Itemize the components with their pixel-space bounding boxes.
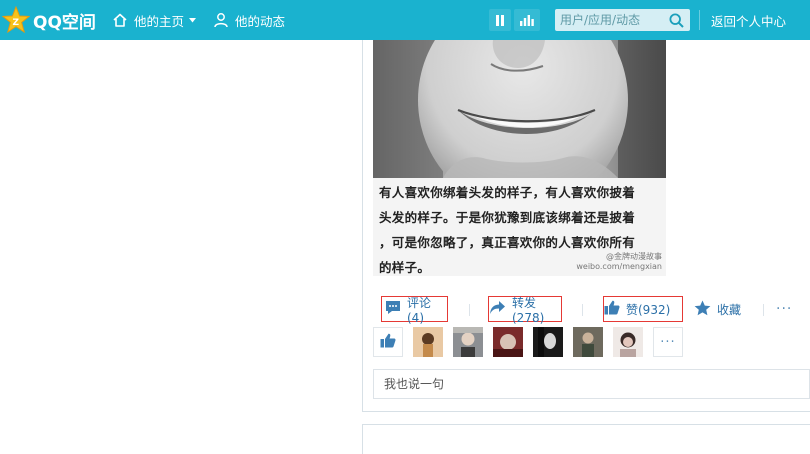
person-icon <box>213 12 229 28</box>
more-options-button[interactable]: ··· <box>776 296 798 322</box>
liker-avatar[interactable] <box>453 327 483 357</box>
stats-button[interactable] <box>514 9 540 31</box>
more-dots-icon: ··· <box>660 334 676 350</box>
header-divider <box>699 10 700 30</box>
favorite-button[interactable]: 收藏 <box>694 296 754 322</box>
comment-button[interactable]: 评论(4) <box>381 295 448 325</box>
more-likers-button[interactable]: ··· <box>653 327 683 357</box>
woman-smile-photo <box>373 40 666 210</box>
caption-line: 有人喜欢你绑着头发的样子，有人喜欢你披着 <box>379 185 636 200</box>
image-watermark: @金牌动漫故事 weibo.com/mengxian <box>576 252 662 272</box>
favorite-label: 收藏 <box>717 302 742 317</box>
share-arrow-icon <box>489 300 512 318</box>
action-separator <box>763 304 764 316</box>
liker-avatar[interactable] <box>413 327 443 357</box>
qzone-logo[interactable]: Z QQ空间 <box>2 0 96 40</box>
home-icon <box>112 12 128 28</box>
share-button[interactable]: 转发(278) <box>488 295 562 325</box>
nav-his-feed[interactable]: 他的动态 <box>213 0 285 40</box>
more-dots-icon: ··· <box>776 301 793 317</box>
comment-input[interactable] <box>374 370 809 398</box>
star-icon: Z <box>2 6 30 34</box>
liker-avatar[interactable] <box>533 327 563 357</box>
caption-area: 有人喜欢你绑着头发的样子，有人喜欢你披着 头发的样子。于是你犹豫到底该绑着还是披… <box>373 178 666 276</box>
caption-line: 头发的样子。于是你犹豫到底该绑着还是披着 <box>379 210 636 225</box>
thumbs-up-icon <box>604 300 626 318</box>
comment-label: 评论(4) <box>407 295 432 325</box>
share-label: 转发(278) <box>512 295 545 325</box>
back-to-personal-center-button[interactable]: 返回个人中心 <box>711 0 786 40</box>
pause-icon <box>495 14 505 26</box>
bar-chart-icon <box>520 14 534 26</box>
back-to-center-label: 返回个人中心 <box>711 13 787 29</box>
search-input[interactable] <box>555 9 667 31</box>
comment-box[interactable] <box>373 369 810 399</box>
nav-his-homepage[interactable]: 他的主页 <box>112 0 197 40</box>
top-bar: Z QQ空间 他的主页 他的动态 返回个人中心 <box>0 0 810 40</box>
post-image[interactable]: 有人喜欢你绑着头发的样子，有人喜欢你披着 头发的样子。于是你犹豫到底该绑着还是披… <box>373 40 666 276</box>
nav-home-label: 他的主页 <box>134 13 185 29</box>
like-button[interactable]: 赞(932) <box>603 296 683 322</box>
pause-button[interactable] <box>489 9 511 31</box>
liker-avatar[interactable] <box>493 327 523 357</box>
watermark-line: @金牌动漫故事 <box>606 252 662 261</box>
liked-thumb-badge[interactable] <box>373 327 403 357</box>
action-separator <box>582 304 583 316</box>
svg-text:Z: Z <box>13 18 20 28</box>
thumbs-up-icon <box>380 333 396 352</box>
search-box[interactable] <box>555 9 690 31</box>
like-label: 赞(932) <box>626 302 671 317</box>
liker-avatar[interactable] <box>573 327 603 357</box>
nav-feed-label: 他的动态 <box>235 13 286 29</box>
comment-icon <box>385 300 407 318</box>
brand-name: QQ空间 <box>33 12 96 33</box>
next-feed-card <box>362 424 810 454</box>
caret-down-icon <box>189 17 197 23</box>
liker-avatar[interactable] <box>613 327 643 357</box>
search-icon[interactable] <box>669 12 684 28</box>
watermark-line: weibo.com/mengxian <box>576 262 662 271</box>
star-icon <box>694 300 717 319</box>
action-separator <box>469 304 470 316</box>
